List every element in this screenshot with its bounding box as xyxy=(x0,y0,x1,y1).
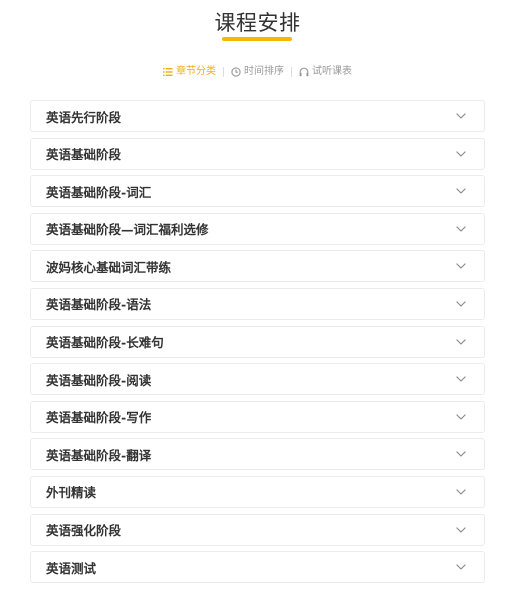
section-item[interactable]: 英语基础阶段-长难句 xyxy=(30,325,485,358)
section-item[interactable]: 英语测试 xyxy=(30,551,485,584)
section-label: 英语测试 xyxy=(46,560,97,576)
chevron-down-icon[interactable] xyxy=(456,489,466,495)
chevron-down-icon[interactable] xyxy=(456,188,466,194)
headphones-icon xyxy=(299,67,309,77)
chevron-down-icon[interactable] xyxy=(456,376,466,382)
chevron-down-icon[interactable] xyxy=(456,113,466,119)
section-item[interactable]: 英语基础阶段 xyxy=(30,137,485,170)
section-label: 英语强化阶段 xyxy=(46,523,122,539)
section-item[interactable]: 英语强化阶段 xyxy=(30,513,485,546)
title-underline xyxy=(222,37,292,41)
section-item[interactable]: 外刊精读 xyxy=(30,475,485,508)
section-label: 英语基础阶段-写作 xyxy=(46,410,152,426)
title-wrap: 课程安排 xyxy=(0,8,515,38)
section-item[interactable]: 英语基础阶段-翻译 xyxy=(30,438,485,471)
chevron-down-icon[interactable] xyxy=(456,338,466,345)
section-item[interactable]: 英语先行阶段 xyxy=(30,100,485,132)
section-list: 英语先行阶段 英语基础阶段 英语基础阶段-词汇 英语基础阶段—词汇福利选修 波妈… xyxy=(30,100,485,589)
tab-chapter-category[interactable]: 章节分类 xyxy=(163,65,216,79)
chevron-down-icon[interactable] xyxy=(456,413,466,420)
section-label: 英语先行阶段 xyxy=(46,109,122,125)
section-item[interactable]: 英语基础阶段-语法 xyxy=(30,287,485,320)
section-label: 英语基础阶段-长难句 xyxy=(46,335,164,351)
section-label: 波妈核心基础词汇带练 xyxy=(46,259,172,275)
page-title: 课程安排 xyxy=(214,11,301,35)
section-item[interactable]: 英语基础阶段-词汇 xyxy=(30,175,485,208)
section-label: 英语基础阶段-语法 xyxy=(46,297,152,313)
chevron-down-icon[interactable] xyxy=(456,564,466,570)
section-label: 英语基础阶段—词汇福利选修 xyxy=(46,222,209,238)
section-label: 英语基础阶段-阅读 xyxy=(46,372,152,388)
section-label: 英语基础阶段-词汇 xyxy=(46,184,152,200)
clock-icon xyxy=(231,67,241,77)
tab-label: 试听课表 xyxy=(312,66,352,77)
section-item[interactable]: 英语基础阶段-写作 xyxy=(30,400,485,433)
chevron-down-icon[interactable] xyxy=(456,301,466,307)
chevron-down-icon[interactable] xyxy=(456,225,466,232)
section-item[interactable]: 波妈核心基础词汇带练 xyxy=(30,250,485,283)
tab-label: 时间排序 xyxy=(244,66,284,77)
chevron-down-icon[interactable] xyxy=(456,150,466,157)
section-item[interactable]: 英语基础阶段-阅读 xyxy=(30,363,485,396)
tab-divider xyxy=(291,67,292,77)
tab-trial-schedule[interactable]: 试听课表 xyxy=(299,65,352,79)
section-item[interactable]: 英语基础阶段—词汇福利选修 xyxy=(30,212,485,245)
list-icon xyxy=(163,68,173,76)
course-schedule-page: 课程安排 章节分类 时间排序 试听课表 英语先行阶段 英语基础阶段 英语基础阶段… xyxy=(0,0,515,600)
chevron-down-icon[interactable] xyxy=(456,526,466,533)
section-label: 外刊精读 xyxy=(46,485,97,501)
view-tabs: 章节分类 时间排序 试听课表 xyxy=(0,65,515,79)
tab-divider xyxy=(223,67,224,77)
section-label: 英语基础阶段 xyxy=(46,147,122,163)
tab-label: 章节分类 xyxy=(176,66,216,77)
section-label: 英语基础阶段-翻译 xyxy=(46,447,152,463)
tab-time-order[interactable]: 时间排序 xyxy=(231,65,284,79)
chevron-down-icon[interactable] xyxy=(456,263,466,270)
chevron-down-icon[interactable] xyxy=(456,451,466,458)
